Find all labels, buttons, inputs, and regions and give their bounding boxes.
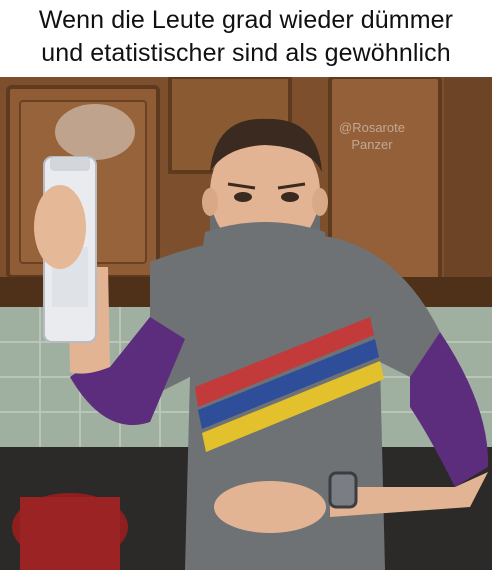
wristwatch	[328, 471, 358, 509]
meme-caption: Wenn die Leute grad wieder dümmer und et…	[0, 4, 492, 70]
meme-image: Wenn die Leute grad wieder dümmer und et…	[0, 0, 492, 570]
caption-line-1: Wenn die Leute grad wieder dümmer	[38, 6, 454, 34]
photo-illustration: @Rosarote Panzer	[0, 77, 492, 570]
watermark-line-2: Panzer	[351, 137, 393, 152]
spray-mist	[55, 104, 135, 160]
watermark-line-1: @Rosarote	[339, 120, 405, 135]
right-hand	[214, 481, 326, 533]
meme-photo: @Rosarote Panzer	[0, 77, 492, 570]
left-hand	[34, 185, 86, 269]
caption-line-2: und etatistischer sind als gewöhnlich	[41, 39, 451, 67]
